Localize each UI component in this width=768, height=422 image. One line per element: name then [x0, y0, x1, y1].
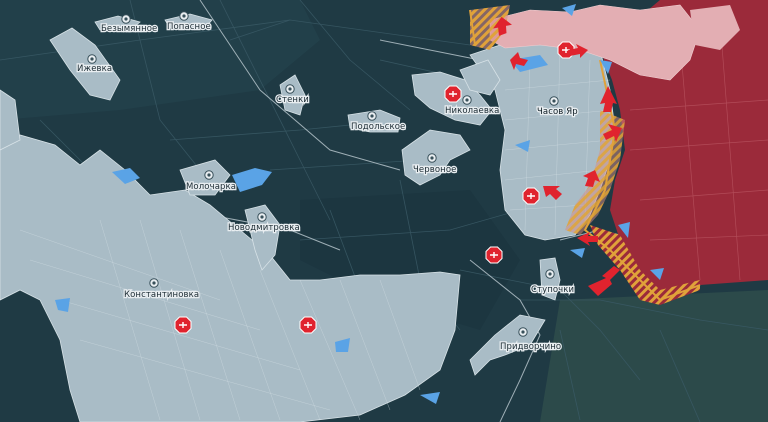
pin-icon[interactable]	[462, 95, 472, 105]
settlement-label-nikolaevka: Николаевка	[445, 106, 499, 116]
settlement-label-pridvorchino: Придворчино	[500, 342, 561, 352]
settlement-label-chasov-yar: Часов Яр	[537, 107, 578, 117]
pin-icon[interactable]	[518, 327, 528, 337]
pin-icon[interactable]	[545, 269, 555, 279]
settlement-label-stenki: Стенки	[276, 95, 309, 105]
pin-icon[interactable]	[179, 11, 189, 21]
settlement-label-popasnoe: Попасное	[167, 22, 211, 32]
pin-icon[interactable]	[367, 111, 377, 121]
settlement-label-chervonoe: Червоное	[413, 165, 456, 175]
octagon-badge-icon[interactable]	[522, 187, 540, 205]
octagon-badge-icon[interactable]	[299, 316, 317, 334]
pin-icon[interactable]	[427, 153, 437, 163]
pin-icon[interactable]	[257, 212, 267, 222]
settlement-label-bezimenne: Безымянное	[101, 24, 157, 34]
settlement-label-izhevka: Ижевка	[77, 64, 112, 74]
terrain-patch	[540, 290, 768, 422]
pin-icon[interactable]	[204, 170, 214, 180]
pin-icon[interactable]	[87, 54, 97, 64]
pin-icon[interactable]	[149, 278, 159, 288]
map-svg: Безымянное Попасное Ижевка Стенки Никола…	[0, 0, 768, 422]
settlement-label-konstantinovka: Константиновка	[124, 290, 199, 300]
octagon-badge-icon[interactable]	[444, 85, 462, 103]
settlement-label-novodmitrovka: Новодмитровка	[228, 223, 300, 233]
octagon-badge-icon[interactable]	[174, 316, 192, 334]
settlement-label-stupochki: Ступочки	[531, 285, 574, 295]
pin-icon[interactable]	[285, 84, 295, 94]
map-canvas[interactable]: Безымянное Попасное Ижевка Стенки Никола…	[0, 0, 768, 422]
octagon-badge-icon[interactable]	[485, 246, 503, 264]
pin-icon[interactable]	[121, 14, 131, 24]
pin-icon[interactable]	[549, 96, 559, 106]
settlement-label-molocharka: Молочарка	[186, 182, 236, 192]
settlement-label-podolskoe: Подольское	[351, 122, 405, 132]
